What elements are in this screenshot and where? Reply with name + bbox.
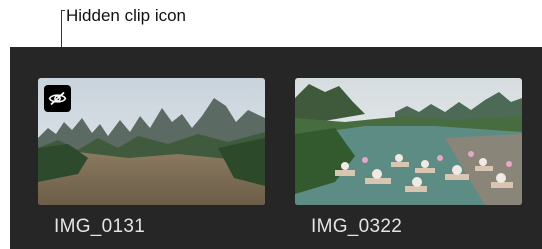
eye-slash-icon xyxy=(44,85,71,112)
clip-thumbnail-img-0322[interactable] xyxy=(295,78,522,205)
screenshot-root: Hidden clip icon IMG_0131 IMG_0322 xyxy=(0,0,542,249)
clip-name-img-0322: IMG_0322 xyxy=(311,216,403,237)
thumbnail-river-karst xyxy=(38,78,265,205)
clip-name-img-0131: IMG_0131 xyxy=(54,216,146,237)
clip-browser: IMG_0131 IMG_0322 xyxy=(10,47,542,249)
clip-thumbnail-img-0131[interactable] xyxy=(38,78,265,205)
callout-label: Hidden clip icon xyxy=(66,6,187,25)
thumbnail-rafts-river xyxy=(295,78,522,205)
